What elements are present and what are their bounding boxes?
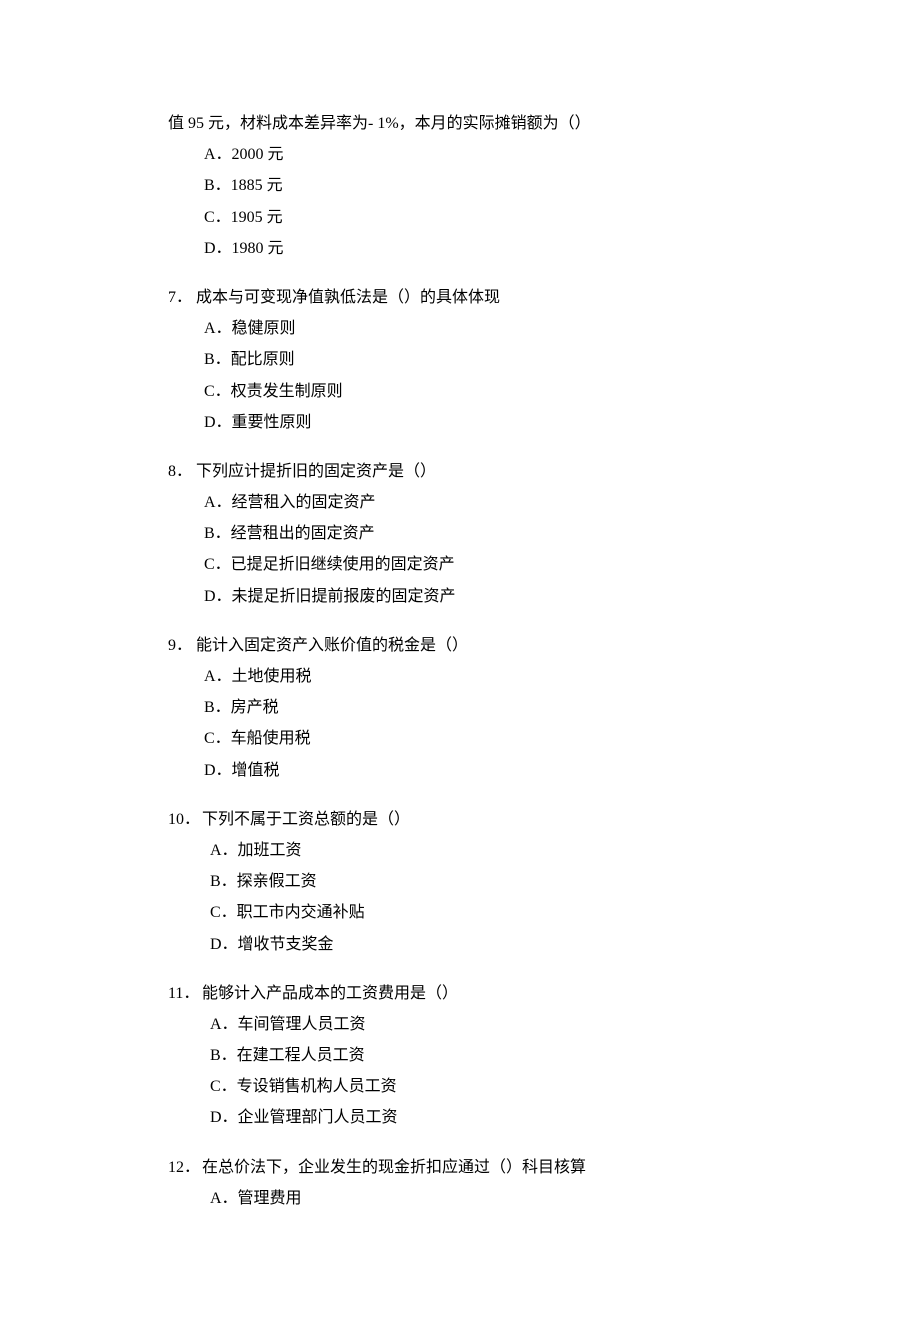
question-7-options: A．稳健原则 B．配比原则 C．权责发生制原则 D．重要性原则 — [204, 313, 752, 438]
option-10c: C．职工市内交通补贴 — [210, 897, 752, 928]
option-11d: D．企业管理部门人员工资 — [210, 1102, 752, 1133]
option-7c: C．权责发生制原则 — [204, 376, 752, 407]
question-8: 8．下列应计提折旧的固定资产是（） — [168, 456, 752, 487]
option-11a: A．车间管理人员工资 — [210, 1009, 752, 1040]
option-9c: C．车船使用税 — [204, 723, 752, 754]
question-10-options: A．加班工资 B．探亲假工资 C．职工市内交通补贴 D．增收节支奖金 — [210, 835, 752, 960]
option-12a: A．管理费用 — [210, 1183, 752, 1214]
option-6b: B．1885 元 — [204, 170, 752, 201]
option-10d: D．增收节支奖金 — [210, 929, 752, 960]
question-10: 10．下列不属于工资总额的是（） — [168, 804, 752, 835]
option-8b: B．经营租出的固定资产 — [204, 518, 752, 549]
option-9b: B．房产税 — [204, 692, 752, 723]
option-9a: A．土地使用税 — [204, 661, 752, 692]
option-9d: D．增值税 — [204, 755, 752, 786]
option-8c: C．已提足折旧继续使用的固定资产 — [204, 549, 752, 580]
question-12-text: 在总价法下，企业发生的现金折扣应通过（）科目核算 — [202, 1159, 586, 1176]
option-10b: B．探亲假工资 — [210, 866, 752, 897]
question-10-text: 下列不属于工资总额的是（） — [202, 811, 410, 828]
question-9: 9．能计入固定资产入账价值的税金是（） — [168, 630, 752, 661]
question-10-number: 10． — [168, 804, 202, 835]
option-7a: A．稳健原则 — [204, 313, 752, 344]
question-11-number: 11． — [168, 978, 202, 1009]
question-6-continuation: 值 95 元，材料成本差异率为- 1%，本月的实际摊销额为（） — [168, 108, 752, 139]
question-12-number: 12． — [168, 1152, 202, 1183]
question-9-number: 9． — [168, 630, 196, 661]
question-9-text: 能计入固定资产入账价值的税金是（） — [196, 637, 468, 654]
question-7: 7．成本与可变现净值孰低法是（）的具体体现 — [168, 282, 752, 313]
option-8d: D．未提足折旧提前报废的固定资产 — [204, 581, 752, 612]
question-12: 12．在总价法下，企业发生的现金折扣应通过（）科目核算 — [168, 1152, 752, 1183]
option-6c: C．1905 元 — [204, 202, 752, 233]
question-7-text: 成本与可变现净值孰低法是（）的具体体现 — [196, 289, 500, 306]
option-7d: D．重要性原则 — [204, 407, 752, 438]
option-11b: B．在建工程人员工资 — [210, 1040, 752, 1071]
option-10a: A．加班工资 — [210, 835, 752, 866]
question-8-text: 下列应计提折旧的固定资产是（） — [196, 463, 436, 480]
question-8-number: 8． — [168, 456, 196, 487]
question-8-options: A．经营租入的固定资产 B．经营租出的固定资产 C．已提足折旧继续使用的固定资产… — [204, 487, 752, 612]
option-11c: C．专设销售机构人员工资 — [210, 1071, 752, 1102]
option-8a: A．经营租入的固定资产 — [204, 487, 752, 518]
option-7b: B．配比原则 — [204, 344, 752, 375]
question-11-options: A．车间管理人员工资 B．在建工程人员工资 C．专设销售机构人员工资 D．企业管… — [210, 1009, 752, 1134]
question-6-options: A．2000 元 B．1885 元 C．1905 元 D．1980 元 — [204, 139, 752, 264]
question-11: 11．能够计入产品成本的工资费用是（） — [168, 978, 752, 1009]
question-12-options: A．管理费用 — [210, 1183, 752, 1214]
question-9-options: A．土地使用税 B．房产税 C．车船使用税 D．增值税 — [204, 661, 752, 786]
option-6d: D．1980 元 — [204, 233, 752, 264]
question-7-number: 7． — [168, 282, 196, 313]
option-6a: A．2000 元 — [204, 139, 752, 170]
question-11-text: 能够计入产品成本的工资费用是（） — [202, 985, 458, 1002]
